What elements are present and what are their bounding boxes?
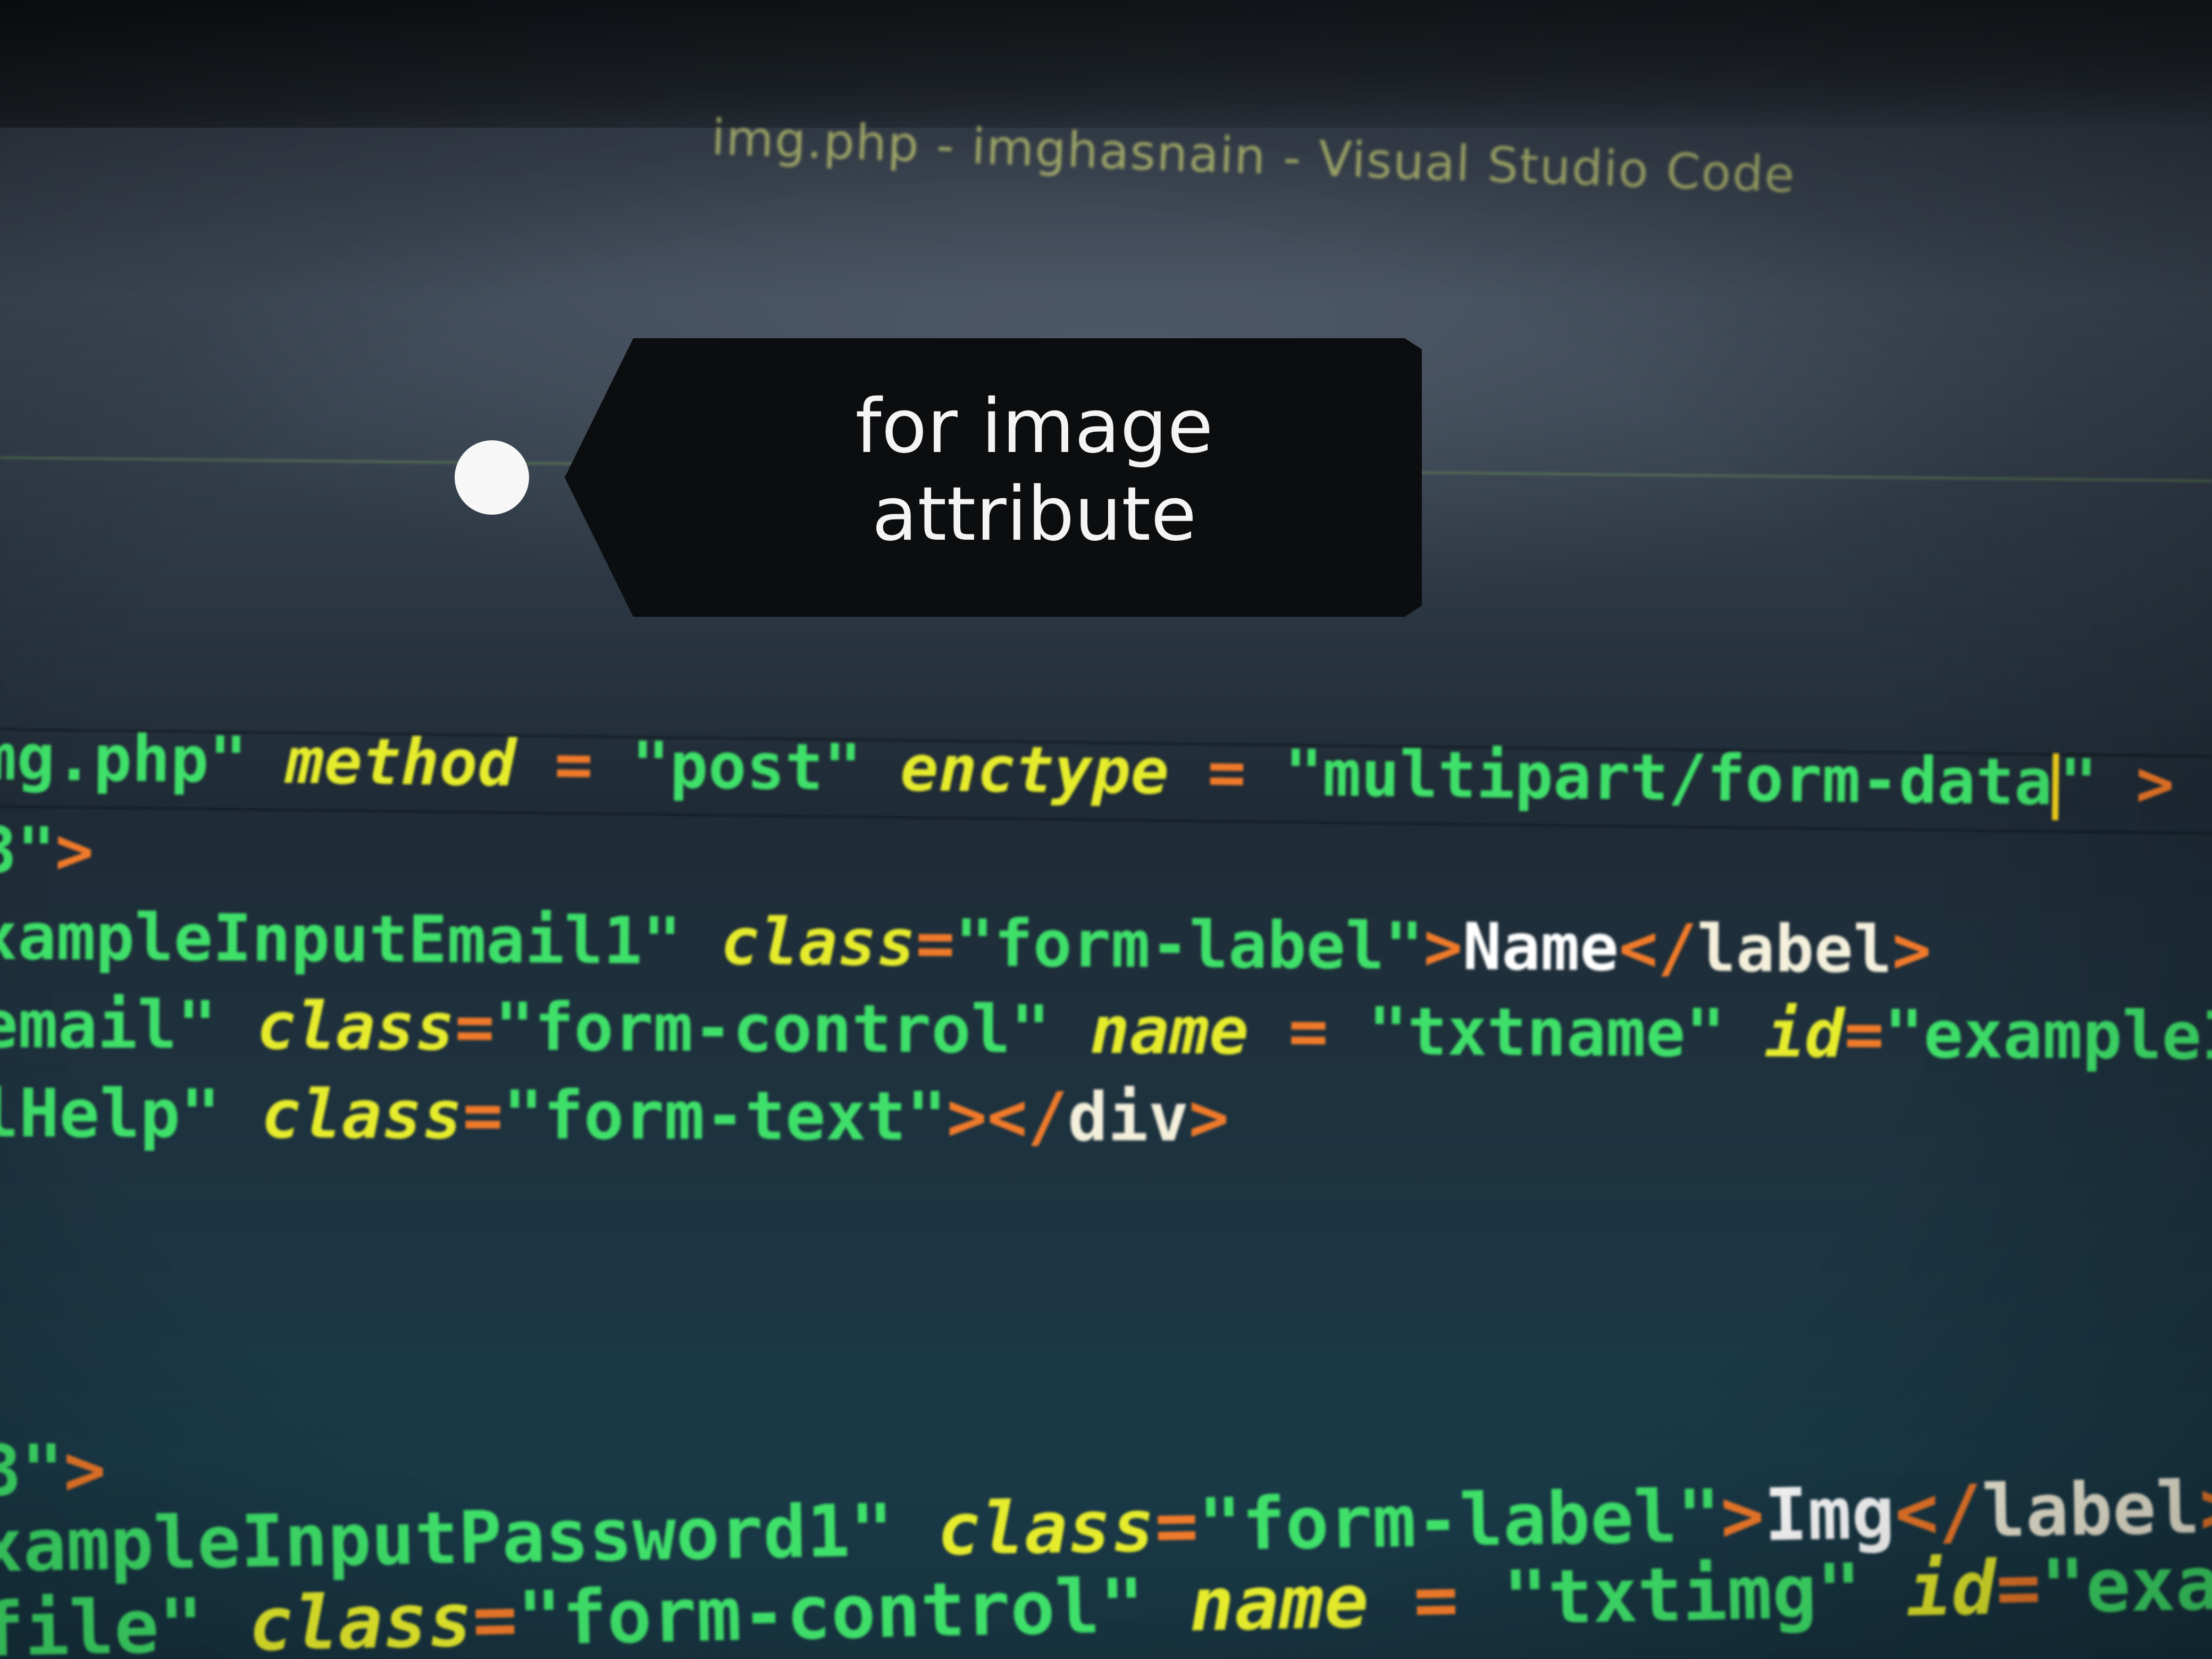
code-token: > xyxy=(2199,1465,2212,1551)
code-token: "txtname" xyxy=(1368,993,1765,1073)
code-token: "multipart/form-data xyxy=(1284,736,2054,820)
code-token: "post" xyxy=(631,728,901,806)
code-line[interactable]: email" class="form-control" name = "txtn… xyxy=(0,986,2212,1077)
code-token: mg.php" xyxy=(0,720,286,799)
code-token: name xyxy=(1090,992,1249,1070)
code-token: "form-text" xyxy=(502,1076,947,1156)
code-token: div xyxy=(1067,1078,1189,1157)
code-token: method xyxy=(285,724,517,801)
code-line[interactable]: lHelp" class="form-text"></div> xyxy=(0,1074,1229,1157)
code-token: > xyxy=(2135,747,2175,822)
code-token: </ xyxy=(1894,1470,1983,1556)
code-token: label xyxy=(1696,910,1893,988)
code-token: "form-control" xyxy=(516,1562,1191,1659)
code-token: lHelp" xyxy=(0,1074,262,1153)
code-token: = xyxy=(471,1576,518,1659)
code-line[interactable]: 3"> xyxy=(0,1429,106,1512)
code-token: = xyxy=(1168,735,1285,810)
annotation-line-1: for image xyxy=(855,383,1213,470)
code-token: " xyxy=(2058,745,2136,821)
code-line[interactable]: mg.php" method = "post" enctype = "multi… xyxy=(0,720,2175,822)
code-token: Name xyxy=(1462,909,1619,986)
code-token: class xyxy=(256,987,455,1066)
code-token: </ xyxy=(1618,910,1697,986)
code-token: class xyxy=(720,903,916,981)
code-token: id xyxy=(1905,1545,1997,1634)
code-token: 3" xyxy=(0,814,56,889)
code-token: = xyxy=(1154,1483,1200,1569)
code-token: > xyxy=(1892,912,1932,988)
code-editor[interactable]: mg.php" method = "post" enctype = "multi… xyxy=(0,0,2212,1659)
code-token: xampleInputEmail1" xyxy=(0,899,721,979)
code-token: = xyxy=(462,1076,504,1154)
code-token: = xyxy=(915,905,956,981)
code-token: label xyxy=(1981,1466,2201,1554)
annotation-line-2: attribute xyxy=(872,471,1197,558)
code-token: > xyxy=(63,1429,107,1512)
code-token: > xyxy=(1720,1473,1765,1559)
code-token: id xyxy=(1764,995,1845,1073)
code-token: 3" xyxy=(0,1429,64,1512)
code-token: = xyxy=(455,988,495,1066)
screen-photo: img.php - imghasnain - Visual Studio Cod… xyxy=(0,0,2212,1659)
code-token: enctype xyxy=(900,732,1170,809)
annotation-dot xyxy=(455,440,529,515)
code-token: "exampleInputEmail xyxy=(1883,996,2212,1077)
code-token: class xyxy=(261,1075,463,1154)
code-token: Img xyxy=(1763,1471,1896,1558)
code-token: name xyxy=(1188,1558,1370,1649)
code-token: class xyxy=(936,1484,1156,1572)
code-token: "txtimg" xyxy=(1502,1547,1908,1642)
code-token: "form-label" xyxy=(954,905,1424,984)
code-token: > xyxy=(55,814,94,889)
code-token: email" xyxy=(0,986,257,1065)
code-token: > xyxy=(1423,908,1463,985)
code-token: ></ xyxy=(946,1077,1068,1157)
code-token: = xyxy=(1368,1555,1504,1645)
code-line[interactable]: xampleInputEmail1" class="form-label">Na… xyxy=(0,899,1931,988)
annotation-text: for image attribute xyxy=(728,383,1340,558)
code-token: > xyxy=(1188,1078,1229,1157)
code-token: class xyxy=(247,1577,474,1659)
code-token: "form-control" xyxy=(494,989,1091,1069)
code-token: = xyxy=(1249,993,1368,1070)
code-line[interactable]: 3"> xyxy=(0,814,94,889)
code-token: = xyxy=(1844,996,1884,1073)
code-token: = xyxy=(515,727,632,802)
code-token: = xyxy=(1995,1544,2042,1632)
code-token: file" xyxy=(0,1581,250,1659)
